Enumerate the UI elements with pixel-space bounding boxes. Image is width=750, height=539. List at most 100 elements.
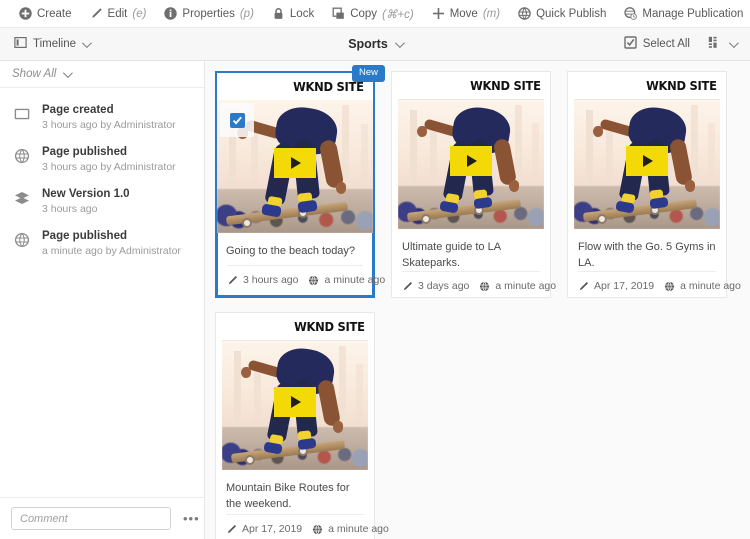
play-icon[interactable] [274, 147, 316, 178]
card-footer: Apr 17, 2019 a minute ago [578, 271, 741, 302]
globe-icon [312, 523, 323, 535]
list-item-subtitle: 3 hours ago by Administrator [42, 161, 176, 173]
card-modified-time: 3 hours ago [243, 274, 299, 286]
select-all-label: Select All [642, 38, 690, 50]
card-published-time: a minute ago [324, 274, 386, 286]
copy-button[interactable]: Copy (⌘+c) [323, 0, 422, 28]
asset-card[interactable]: New WKND SITE Going to the beach today? … [215, 65, 385, 298]
globe-icon [308, 274, 319, 286]
select-all-button[interactable]: Select All [620, 36, 694, 52]
layers-icon [14, 188, 31, 215]
card-thumbnail[interactable] [398, 99, 544, 229]
create-button[interactable]: Create [10, 0, 81, 28]
info-circle-icon [164, 7, 178, 20]
quick-publish-label: Quick Publish [536, 7, 607, 20]
chevron-down-icon[interactable] [63, 67, 74, 78]
card-title: Going to the beach today? [226, 245, 356, 257]
card-published-time: a minute ago [328, 523, 389, 535]
card-published-time: a minute ago [495, 280, 557, 293]
globe-icon [14, 146, 31, 173]
list-item-subtitle: 3 hours ago by Administrator [42, 119, 176, 131]
content-area: Show All Page created 3 hours ago by Adm… [0, 61, 750, 539]
card-brand: WKND SITE [217, 73, 373, 100]
card-thumbnail[interactable] [217, 100, 373, 233]
list-item-title: Page published [42, 230, 127, 242]
layout-grid-icon [708, 36, 721, 52]
list-item-subtitle: 3 hours ago [42, 203, 98, 215]
timeline-icon [14, 36, 27, 52]
manage-publication-icon [624, 7, 638, 20]
pencil-icon [227, 275, 238, 286]
view-toolbar: Timeline Sports Select All [0, 28, 750, 61]
copy-icon [332, 7, 345, 20]
list-item[interactable]: Page published a minute ago by Administr… [0, 223, 204, 265]
card-thumbnail[interactable] [574, 99, 720, 229]
card-select-checkbox[interactable] [220, 103, 254, 137]
list-item[interactable]: New Version 1.0 3 hours ago [0, 181, 204, 223]
list-item[interactable]: Page created 3 hours ago by Administrato… [0, 97, 204, 139]
check-icon [229, 112, 245, 128]
chevron-down-icon[interactable] [81, 37, 92, 48]
play-icon[interactable] [626, 145, 668, 176]
layout-switcher[interactable] [694, 36, 740, 52]
card-brand-label: WKND SITE [646, 78, 717, 93]
chevron-down-icon[interactable] [728, 37, 739, 48]
quick-publish-icon [518, 7, 531, 20]
play-icon[interactable] [450, 145, 492, 176]
comment-more-button[interactable]: ••• [177, 511, 206, 526]
card-footer: Apr 17, 2019 a minute ago [226, 514, 389, 539]
lock-label: Lock [289, 7, 315, 20]
card-modified-time: 3 days ago [418, 280, 470, 293]
list-item-title: Page created [42, 104, 114, 116]
plus-circle-icon [19, 7, 32, 20]
timeline-filter-dropdown[interactable]: Show All [0, 61, 204, 88]
card-grid: New WKND SITE Going to the beach today? … [205, 61, 750, 539]
card-brand: WKND SITE [392, 72, 550, 99]
status-badge: New [351, 65, 385, 82]
action-toolbar: Create Edit (e) Properties (p) Lock Copy… [0, 0, 750, 28]
card-footer: 3 days ago a minute ago [402, 271, 556, 302]
timeline-view-switcher[interactable]: Timeline [10, 36, 93, 52]
timeline-rail: Show All Page created 3 hours ago by Adm… [0, 61, 205, 539]
list-item-title: Page published [42, 146, 127, 158]
asset-card[interactable]: WKND SITE Mountain Bike Routes for the w… [215, 312, 389, 539]
manage-publication-label: Manage Publication [642, 7, 744, 20]
comment-input[interactable] [11, 507, 171, 530]
page-icon [14, 104, 31, 131]
card-published-time: a minute ago [680, 280, 741, 293]
timeline-label: Timeline [33, 38, 77, 50]
card-modified-time: Apr 17, 2019 [242, 523, 303, 535]
manage-publication-button[interactable]: Manage Publication [615, 0, 750, 28]
comment-bar: ••• [0, 497, 204, 539]
properties-button[interactable]: Properties (p) [155, 0, 262, 28]
globe-icon [14, 230, 31, 257]
asset-card[interactable]: WKND SITE Ultimate guide to LA Skatepark… [391, 71, 556, 298]
card-title: Mountain Bike Routes for the weekend. [226, 482, 350, 510]
play-icon[interactable] [274, 386, 316, 417]
page-title: Sports [348, 37, 388, 51]
card-modified-time: Apr 17, 2019 [594, 280, 655, 293]
lock-button[interactable]: Lock [263, 0, 323, 28]
asset-card[interactable]: WKND SITE Flow with the Go. 5 Gyms in LA… [567, 71, 741, 298]
card-brand: WKND SITE [568, 72, 726, 99]
checkbox-icon [623, 36, 637, 52]
edit-button[interactable]: Edit (e) [81, 0, 156, 28]
list-item-subtitle: a minute ago by Administrator [42, 245, 181, 257]
quick-publish-button[interactable]: Quick Publish [509, 0, 615, 28]
card-brand-label: WKND SITE [294, 319, 365, 334]
card-brand: WKND SITE [216, 313, 374, 340]
chevron-down-icon[interactable] [394, 37, 405, 48]
create-label: Create [37, 7, 72, 20]
card-thumbnail[interactable] [222, 340, 368, 470]
list-item[interactable]: Page published 3 hours ago by Administra… [0, 139, 204, 181]
edit-hint: (e) [132, 7, 147, 20]
card-footer: 3 hours ago a minute ago [227, 265, 385, 296]
card-title: Flow with the Go. 5 Gyms in LA. [578, 241, 716, 269]
card-brand-label: WKND SITE [470, 78, 541, 93]
properties-hint: (p) [239, 7, 254, 20]
move-icon [432, 7, 445, 20]
edit-label: Edit [107, 7, 128, 20]
copy-label: Copy [350, 7, 378, 20]
lock-icon [272, 7, 285, 20]
move-button[interactable]: Move (m) [423, 0, 509, 28]
